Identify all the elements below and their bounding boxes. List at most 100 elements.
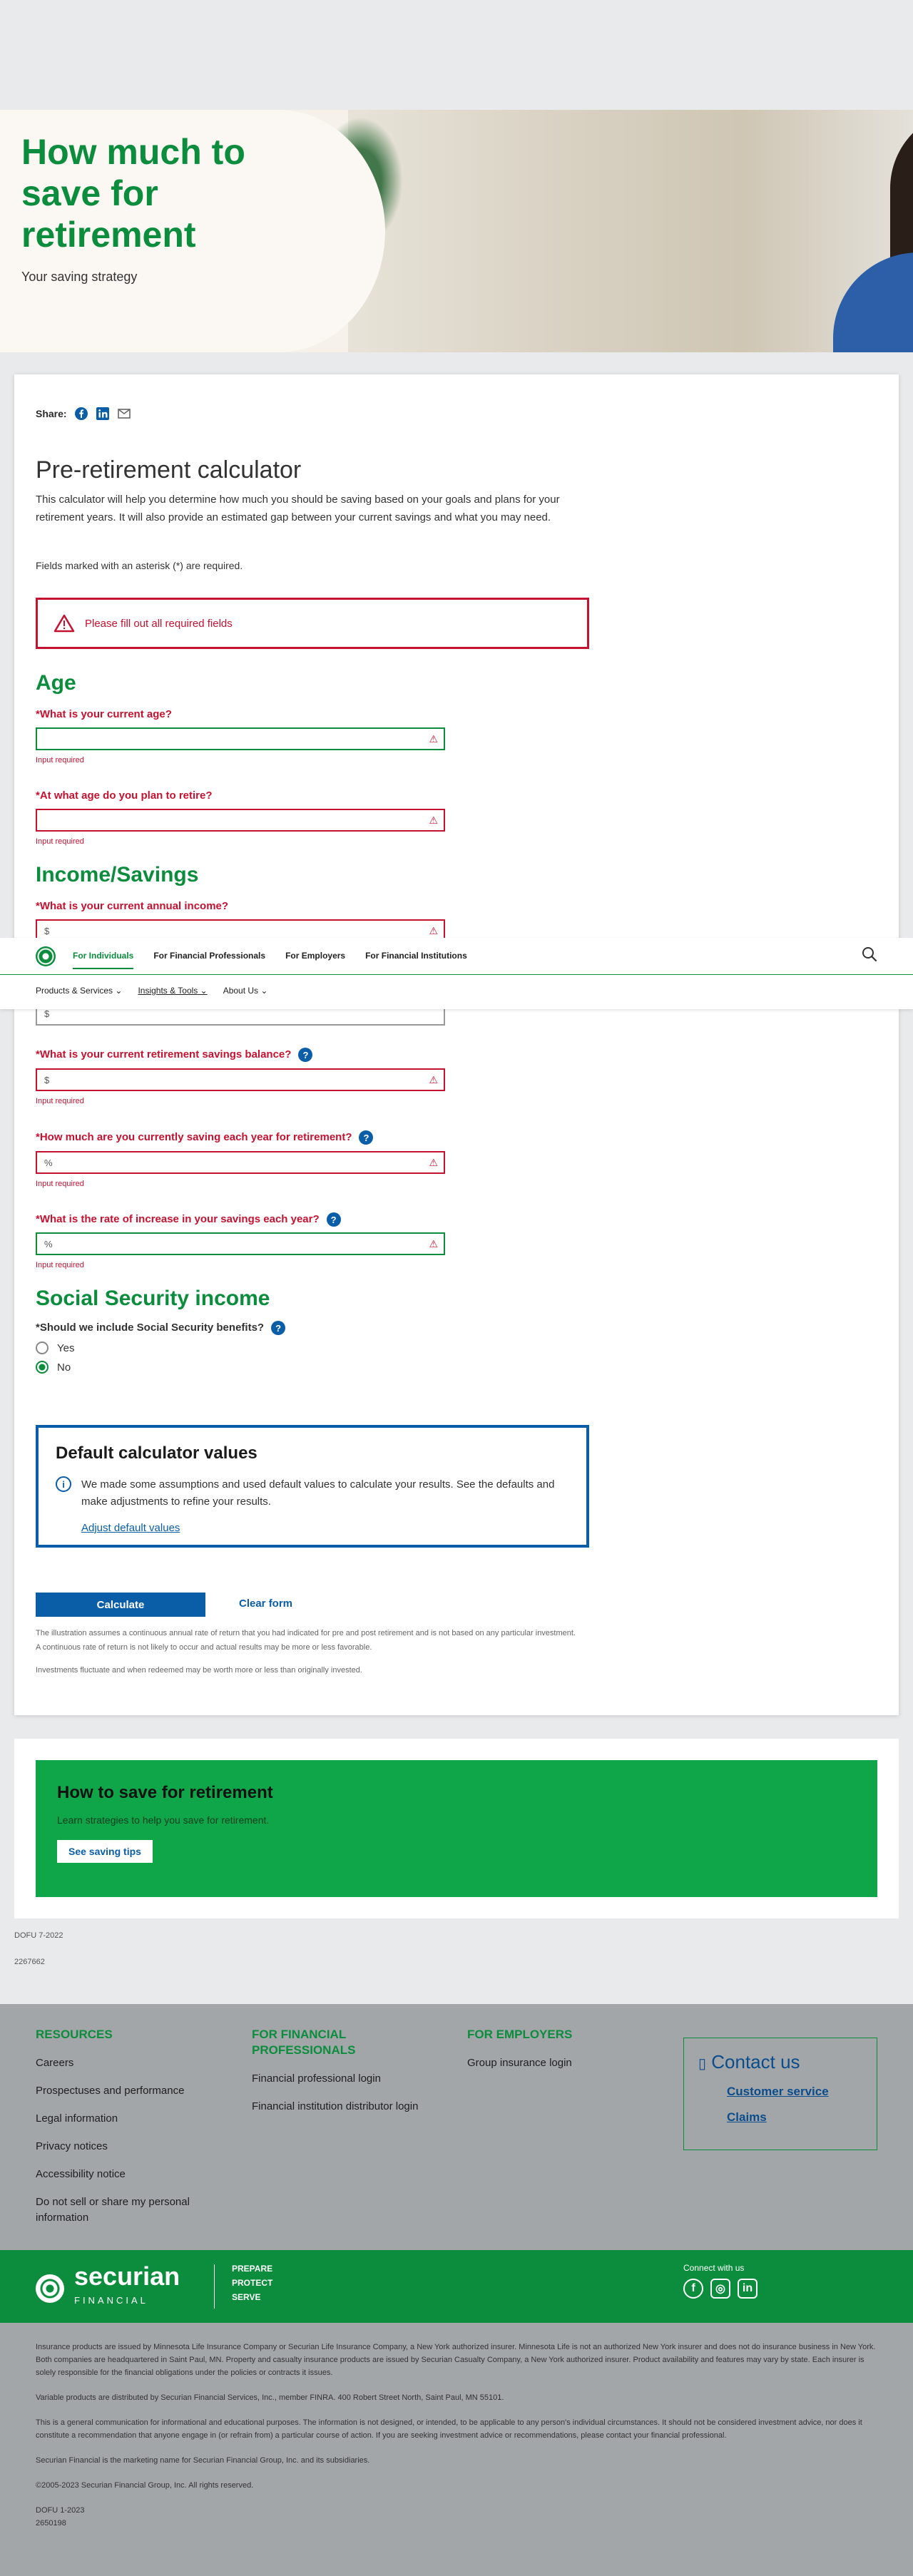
current-age-error: Input required — [36, 756, 84, 765]
default-values-title: Default calculator values — [56, 1443, 257, 1463]
saving-per-year-label: *How much are you currently saving each … — [36, 1130, 374, 1145]
percent-prefix: % — [44, 1238, 53, 1249]
savings-balance-error: Input required — [36, 1097, 84, 1105]
retire-age-label: *At what age do you plan to retire? — [36, 789, 213, 802]
required-note: Fields marked with an asterisk (*) are r… — [36, 560, 243, 571]
footer-link-careers[interactable]: Careers — [36, 2055, 243, 2071]
section-income: Income/Savings — [36, 863, 199, 886]
hero-text-panel: How much to save for retirement Your sav… — [0, 110, 385, 352]
social-links: f ◎ in — [683, 2279, 758, 2299]
increase-rate-input[interactable]: % ⚠ — [36, 1232, 445, 1255]
retire-age-error: Input required — [36, 837, 84, 846]
increase-rate-error: Input required — [36, 1261, 84, 1269]
saving-per-year-error: Input required — [36, 1180, 84, 1188]
promo-banner: How to save for retirement Learn strateg… — [36, 1760, 877, 1897]
instagram-icon[interactable]: ◎ — [710, 2279, 730, 2299]
promo-title: How to save for retirement — [57, 1783, 273, 1802]
tab-individuals[interactable]: For Individuals — [73, 951, 134, 969]
footer-link-group-login[interactable]: Group insurance login — [467, 2055, 653, 2071]
savings-balance-input[interactable]: $ ⚠ — [36, 1068, 445, 1091]
sticky-nav: For Individuals For Financial Profession… — [0, 938, 913, 1009]
securian-mark-icon — [36, 2274, 64, 2303]
contact-title: Contact us — [711, 2051, 800, 2072]
warning-icon — [53, 614, 75, 633]
annual-income-label: *What is your current annual income? — [36, 900, 229, 912]
error-alert-text: Please fill out all required fields — [85, 617, 233, 630]
footer-employers: FOR EMPLOYERS Group insurance login — [467, 2027, 653, 2083]
footer-link-legal[interactable]: Legal information — [36, 2111, 243, 2127]
page-title: How much to save for retirement — [21, 132, 245, 255]
securian-logo[interactable]: securian FINANCIAL — [36, 2264, 180, 2313]
facebook-icon[interactable]: f — [683, 2279, 703, 2299]
calculator-intro: This calculator will help you determine … — [36, 494, 560, 523]
section-social-security: Social Security income — [36, 1287, 270, 1310]
footer-link-fi-login[interactable]: Financial institution distributor login — [252, 2099, 452, 2115]
calculator-title: Pre-retirement calculator — [36, 456, 302, 484]
currency-prefix: $ — [44, 925, 50, 936]
default-values-box: Default calculator values i We made some… — [36, 1425, 589, 1548]
chevron-down-icon: ⌄ — [115, 986, 123, 996]
saving-tips-button[interactable]: See saving tips — [57, 1840, 153, 1863]
hero-banner: How much to save for retirement Your sav… — [0, 110, 913, 352]
help-icon[interactable]: ? — [326, 1212, 341, 1227]
menu-products-services[interactable]: Products & Services ⌄ — [36, 986, 122, 996]
brand-tagline: PREPARE PROTECT SERVE — [232, 2264, 273, 2302]
audience-tabs: For Individuals For Financial Profession… — [73, 951, 467, 969]
current-age-input[interactable]: ⚠ — [36, 727, 445, 750]
radio-button-selected[interactable] — [36, 1361, 49, 1374]
retire-age-input[interactable]: ⚠ — [36, 809, 445, 832]
legal-text: Insurance products are issued by Minneso… — [0, 2323, 913, 2576]
customer-service-link[interactable]: Customer service — [727, 2085, 862, 2099]
help-icon[interactable]: ? — [271, 1321, 286, 1335]
warning-icon: ⚠ — [429, 1074, 438, 1085]
chevron-down-icon: ⌄ — [200, 986, 208, 996]
info-icon: i — [56, 1476, 71, 1492]
hero-photo — [348, 110, 913, 352]
default-values-text: We made some assumptions and used defaul… — [81, 1478, 555, 1508]
linkedin-icon[interactable]: in — [738, 2279, 758, 2299]
calculate-button[interactable]: Calculate — [36, 1593, 205, 1617]
currency-prefix: $ — [44, 1074, 50, 1085]
sub-nav: Products & Services ⌄ Insights & Tools ⌄… — [36, 986, 267, 996]
savings-balance-label: *What is your current retirement savings… — [36, 1048, 313, 1062]
error-alert: Please fill out all required fields — [36, 598, 589, 649]
help-icon[interactable]: ? — [298, 1048, 313, 1062]
share-bar: Share: — [36, 407, 131, 421]
email-icon[interactable] — [117, 407, 131, 421]
claims-link[interactable]: Claims — [727, 2110, 862, 2125]
clear-form-link[interactable]: Clear form — [239, 1598, 292, 1610]
footer-link-do-not-sell[interactable]: Do not sell or share my personal informa… — [36, 2194, 221, 2226]
footer-link-fp-login[interactable]: Financial professional login — [252, 2071, 452, 2087]
saving-per-year-input[interactable]: % ⚠ — [36, 1151, 445, 1174]
linkedin-icon[interactable] — [96, 407, 110, 421]
footer-link-privacy[interactable]: Privacy notices — [36, 2139, 243, 2155]
help-icon[interactable]: ? — [359, 1130, 374, 1145]
radio-yes[interactable]: Yes — [36, 1341, 74, 1354]
warning-icon: ⚠ — [429, 925, 438, 936]
ss-benefits-label: *Should we include Social Security benef… — [36, 1321, 286, 1335]
current-age-label: *What is your current age? — [36, 708, 172, 720]
tab-financial-institutions[interactable]: For Financial Institutions — [365, 951, 467, 969]
page-subtitle: Your saving strategy — [21, 270, 138, 284]
footer-link-accessibility[interactable]: Accessibility notice — [36, 2167, 243, 2182]
radio-button[interactable] — [36, 1341, 49, 1354]
currency-prefix: $ — [44, 1008, 50, 1019]
footer-fin-pros: FOR FINANCIAL PROFESSIONALS Financial pr… — [252, 2027, 452, 2127]
warning-icon: ⚠ — [429, 1157, 438, 1168]
securian-logo-icon[interactable] — [36, 946, 56, 966]
disclaimer-text-2: Investments fluctuate and when redeemed … — [36, 1666, 362, 1675]
search-icon[interactable] — [862, 946, 877, 966]
adjust-defaults-link[interactable]: Adjust default values — [81, 1522, 569, 1534]
tab-financial-professionals[interactable]: For Financial Professionals — [153, 951, 265, 969]
tab-employers[interactable]: For Employers — [285, 951, 345, 969]
disclaimer-text: The illustration assumes a continuous an… — [36, 1629, 576, 1652]
radio-no[interactable]: No — [36, 1361, 71, 1374]
footer-link-prospectuses[interactable]: Prospectuses and performance — [36, 2083, 243, 2099]
menu-insights-tools[interactable]: Insights & Tools ⌄ — [138, 986, 207, 996]
promo-text: Learn strategies to help you save for re… — [57, 1814, 270, 1826]
share-label: Share: — [36, 408, 67, 419]
menu-about-us[interactable]: About Us ⌄ — [223, 986, 268, 996]
page-code-2: 2267662 — [14, 1958, 45, 1966]
brand-bar: securian FINANCIAL PREPARE PROTECT SERVE … — [0, 2250, 913, 2323]
facebook-icon[interactable] — [74, 407, 88, 421]
